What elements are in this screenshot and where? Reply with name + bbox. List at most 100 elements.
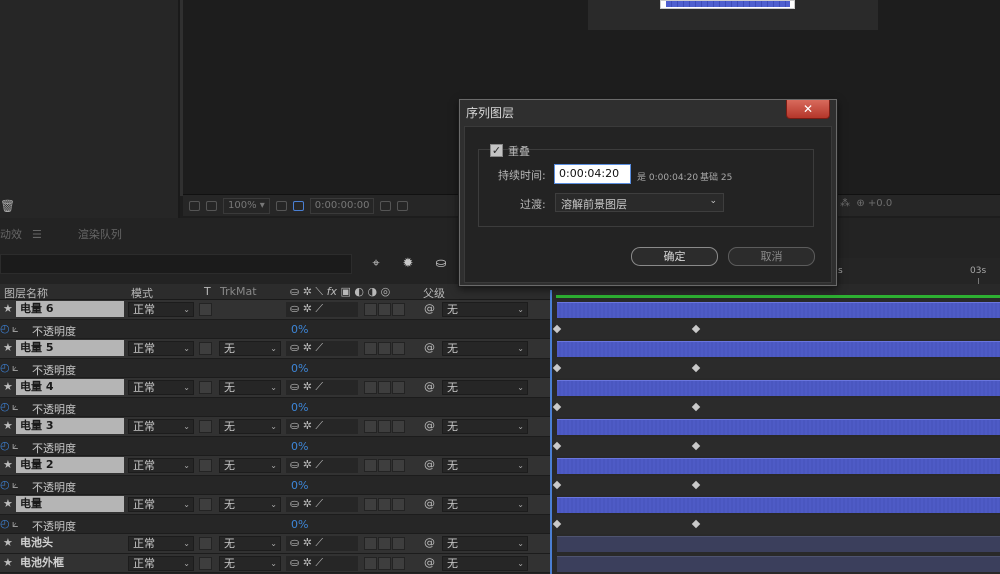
parent-select[interactable]: 无 ⌄ xyxy=(442,497,528,512)
parent-select[interactable]: 无 ⌄ xyxy=(442,419,528,434)
layer-row[interactable]: ★ 电量 正常 ⌄ 无 ⌄ ⛀ ✲ ⟋ @ 无 ⌄ xyxy=(0,495,550,515)
duration-input[interactable]: 0:00:04:20 xyxy=(554,164,631,184)
layer-duration-bar[interactable] xyxy=(557,536,1000,552)
grid-icon[interactable] xyxy=(275,200,287,211)
layer-duration-bar[interactable] xyxy=(557,497,1000,513)
parent-select[interactable]: 无 ⌄ xyxy=(442,341,528,356)
pick-whip-icon[interactable]: @ xyxy=(424,380,435,395)
trkmat-select[interactable]: 无 ⌄ xyxy=(219,497,281,512)
pick-whip-icon[interactable]: @ xyxy=(424,302,435,317)
pick-whip-icon[interactable]: @ xyxy=(424,341,435,356)
magnification-select[interactable]: 100% ▾ xyxy=(223,197,270,214)
layer-name[interactable]: 电量 3 xyxy=(16,418,124,434)
graph-icon[interactable]: ⟀ xyxy=(12,361,19,375)
3d-layer-toggle[interactable] xyxy=(392,537,405,550)
layer-switches[interactable]: ⛀ ✲ ⟋ xyxy=(286,497,358,512)
graph-icon[interactable]: ⟀ xyxy=(12,478,19,492)
overlap-checkbox[interactable]: ✓ xyxy=(490,144,503,157)
preserve-transparency-toggle[interactable] xyxy=(199,420,212,433)
layer-switches[interactable]: ⛀ ✲ ⟋ xyxy=(286,380,358,395)
preserve-transparency-toggle[interactable] xyxy=(199,537,212,550)
layer-switches[interactable]: ⛀ ✲ ⟋ xyxy=(286,302,358,317)
trkmat-select[interactable]: 无 ⌄ xyxy=(219,341,281,356)
work-area-bar[interactable] xyxy=(556,295,1000,298)
layer-duration-bar[interactable] xyxy=(557,341,1000,357)
exposure-control[interactable]: ⁂ ⊕ +0.0 xyxy=(840,198,892,209)
mode-select[interactable]: 正常 ⌄ xyxy=(128,536,194,551)
layer-duration-bar[interactable] xyxy=(557,419,1000,435)
parent-select[interactable]: 无 ⌄ xyxy=(442,380,528,395)
parent-select[interactable]: 无 ⌄ xyxy=(442,536,528,551)
layer-duration-bar[interactable] xyxy=(557,302,1000,318)
stopwatch-icon[interactable]: ◴ xyxy=(0,517,10,530)
3d-layer-toggle[interactable] xyxy=(392,420,405,433)
mask-icon[interactable] xyxy=(189,200,200,211)
stopwatch-icon[interactable]: ◴ xyxy=(0,439,10,452)
trkmat-select[interactable]: 无 ⌄ xyxy=(219,419,281,434)
3d-layer-toggle[interactable] xyxy=(392,381,405,394)
timecode-field[interactable]: 0:00:00:00 xyxy=(309,197,375,214)
region-icon[interactable] xyxy=(292,200,304,211)
preserve-transparency-toggle[interactable] xyxy=(199,303,212,316)
mode-select[interactable]: 正常 ⌄ xyxy=(128,555,194,571)
property-value[interactable]: 0% xyxy=(291,479,308,492)
layer-switches[interactable]: ⛀ ✲ ⟋ xyxy=(286,419,358,434)
trkmat-select[interactable]: 无 ⌄ xyxy=(219,458,281,473)
mode-select[interactable]: 正常 ⌄ xyxy=(128,302,194,317)
property-value[interactable]: 0% xyxy=(291,401,308,414)
motion-blur-toggle[interactable] xyxy=(364,498,377,511)
color-icon[interactable] xyxy=(397,200,409,211)
3d-layer-toggle[interactable] xyxy=(392,342,405,355)
layer-row[interactable]: ★ 电池外框 正常 ⌄ 无 ⌄ ⛀ ✲ ⟋ @ 无 ⌄ xyxy=(0,553,550,573)
motion-blur-toggle[interactable] xyxy=(364,303,377,316)
trash-icon[interactable]: 🗑 xyxy=(0,199,15,213)
monitor-icon[interactable] xyxy=(206,200,217,211)
stopwatch-icon[interactable]: ◴ xyxy=(0,478,10,491)
graph-icon[interactable]: ⟀ xyxy=(12,400,19,414)
layer-switches[interactable]: ⛀ ✲ ⟋ xyxy=(286,458,358,473)
3d-layer-toggle[interactable] xyxy=(392,498,405,511)
adjustment-toggle[interactable] xyxy=(378,303,391,316)
mode-select[interactable]: 正常 ⌄ xyxy=(128,419,194,434)
tab-render-queue[interactable]: 渲染队列 xyxy=(78,226,122,242)
adjustment-toggle[interactable] xyxy=(378,537,391,550)
layer-duration-bar[interactable] xyxy=(557,555,1000,572)
property-value[interactable]: 0% xyxy=(291,440,308,453)
layer-row[interactable]: ★ 电量 6 正常 ⌄ ⛀ ✲ ⟋ @ 无 ⌄ xyxy=(0,300,550,320)
pick-whip-icon[interactable]: @ xyxy=(424,556,435,571)
mode-select[interactable]: 正常 ⌄ xyxy=(128,497,194,512)
mode-select[interactable]: 正常 ⌄ xyxy=(128,380,194,395)
mode-select[interactable]: 正常 ⌄ xyxy=(128,458,194,473)
layer-name[interactable]: 电量 5 xyxy=(16,340,124,356)
trkmat-select[interactable]: 无 ⌄ xyxy=(219,536,281,551)
preserve-transparency-toggle[interactable] xyxy=(199,342,212,355)
stopwatch-icon[interactable]: ◴ xyxy=(0,361,10,374)
layer-switches[interactable]: ⛀ ✲ ⟋ xyxy=(286,341,358,356)
parent-select[interactable]: 无 ⌄ xyxy=(442,555,528,571)
layer-name[interactable]: 电池头 xyxy=(16,535,124,551)
ok-button[interactable]: 确定 xyxy=(631,247,718,266)
stopwatch-icon[interactable]: ◴ xyxy=(0,322,10,335)
col-parent[interactable]: 父级 xyxy=(423,285,445,301)
preserve-transparency-toggle[interactable] xyxy=(199,556,212,570)
hide-shy-icon[interactable]: ⛀ xyxy=(431,256,451,272)
mode-select[interactable]: 正常 ⌄ xyxy=(128,341,194,356)
draft-3d-icon[interactable]: ✹ xyxy=(398,256,418,272)
3d-layer-toggle[interactable] xyxy=(392,303,405,316)
3d-layer-toggle[interactable] xyxy=(392,459,405,472)
layer-duration-bar[interactable] xyxy=(557,458,1000,474)
3d-layer-toggle[interactable] xyxy=(392,556,405,570)
parent-select[interactable]: 无 ⌄ xyxy=(442,458,528,473)
layer-name[interactable]: 电量 6 xyxy=(16,301,124,317)
layer-row[interactable]: ★ 电量 4 正常 ⌄ 无 ⌄ ⛀ ✲ ⟋ @ 无 ⌄ xyxy=(0,378,550,398)
close-button[interactable]: ✕ xyxy=(786,100,830,119)
property-value[interactable]: 0% xyxy=(291,362,308,375)
layer-name[interactable]: 电量 2 xyxy=(16,457,124,473)
motion-blur-toggle[interactable] xyxy=(364,556,377,570)
trkmat-select[interactable]: 无 ⌄ xyxy=(219,555,281,571)
pick-whip-icon[interactable]: @ xyxy=(424,419,435,434)
layer-row[interactable]: ★ 电量 2 正常 ⌄ 无 ⌄ ⛀ ✲ ⟋ @ 无 ⌄ xyxy=(0,456,550,476)
graph-icon[interactable]: ⟀ xyxy=(12,322,19,336)
property-value[interactable]: 0% xyxy=(291,518,308,531)
preserve-transparency-toggle[interactable] xyxy=(199,381,212,394)
